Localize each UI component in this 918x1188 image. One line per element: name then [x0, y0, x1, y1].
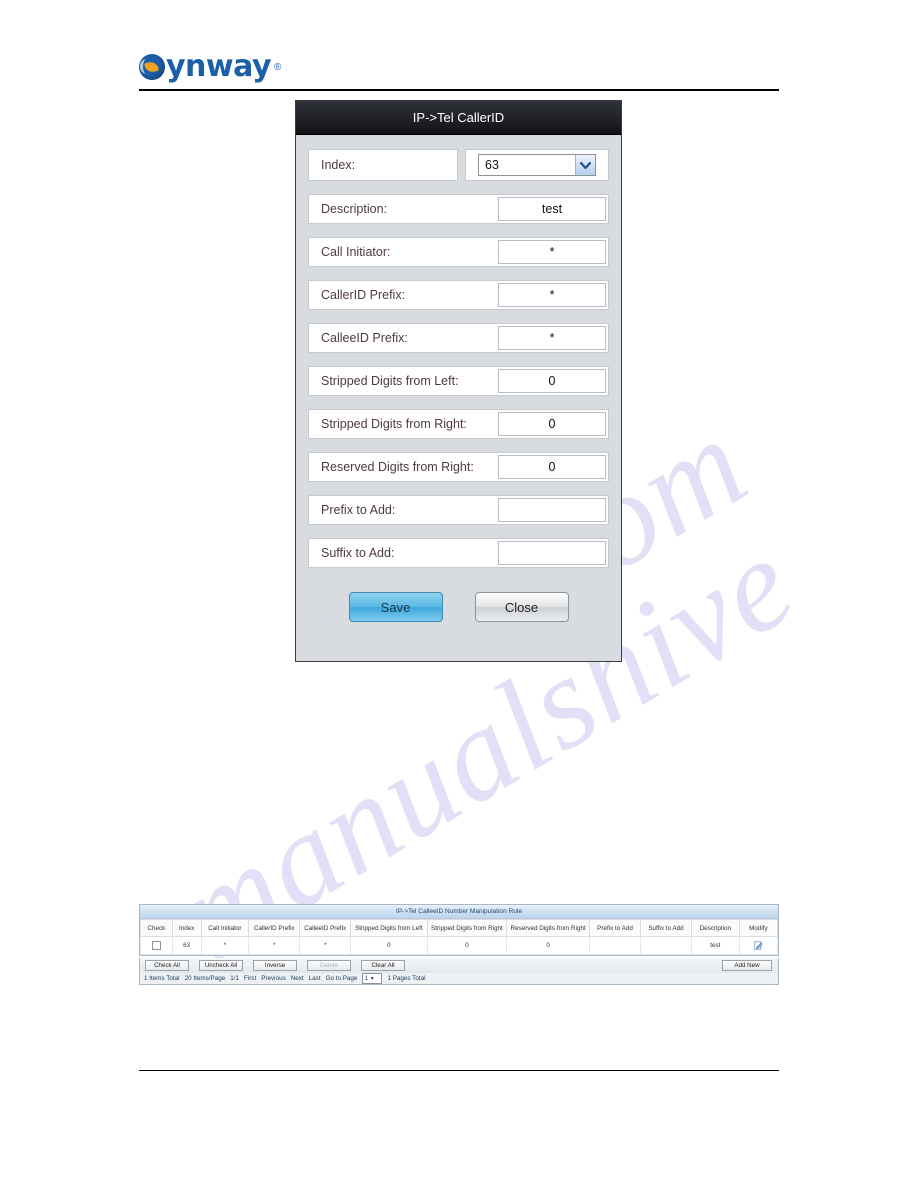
row-reserved-right: 0 — [506, 936, 591, 955]
column-call-initiator: Call Initiator — [200, 919, 250, 937]
row-modify-cell — [738, 936, 779, 955]
column-suffix-to-add: Suffix to Add — [639, 919, 692, 937]
table-row: 63 * * * 0 0 0 test — [140, 936, 779, 955]
pager-items-total: 1 Items Total — [144, 975, 180, 982]
dialog-button-row: Save Close — [308, 592, 609, 622]
column-calleeid-prefix: CalleeID Prefix — [299, 919, 352, 937]
form-row-prefix-to-add: Prefix to Add: — [308, 495, 609, 525]
callerid-dialog: IP->Tel CallerID Index: 63 Description: … — [295, 100, 622, 662]
form-row-stripped-left: Stripped Digits from Left: 0 — [308, 366, 609, 396]
column-stripped-left: Stripped Digits from Left — [350, 919, 428, 937]
form-row-stripped-right: Stripped Digits from Right: 0 — [308, 409, 609, 439]
index-select[interactable]: 63 — [478, 154, 596, 176]
column-stripped-right: Stripped Digits from Right — [426, 919, 508, 937]
row-call-initiator: * — [200, 936, 250, 955]
row-index: 63 — [171, 936, 202, 955]
form-row-calleeid-prefix: CalleeID Prefix: * — [308, 323, 609, 353]
pager-goto-value: 1 — [364, 975, 368, 982]
synway-logo-icon — [139, 54, 165, 80]
row-stripped-left: 0 — [350, 936, 428, 955]
row-check-cell — [140, 936, 173, 955]
suffix-to-add-input[interactable] — [498, 541, 606, 565]
description-input[interactable]: test — [498, 197, 606, 221]
edit-icon[interactable] — [754, 941, 763, 950]
pager-previous-link[interactable]: Previous — [261, 975, 286, 982]
form-row-call-initiator: Call Initiator: * — [308, 237, 609, 267]
brand-name: ynway — [166, 49, 272, 84]
table-pager: 1 Items Total 20 Items/Page 1/1 First Pr… — [139, 973, 779, 985]
row-callerid-prefix: * — [248, 936, 301, 955]
form-row-suffix-to-add: Suffix to Add: — [308, 538, 609, 568]
close-button[interactable]: Close — [474, 592, 569, 622]
index-select-box: 63 — [465, 149, 609, 181]
index-select-value: 63 — [485, 158, 499, 172]
form-row-index: Index: 63 — [308, 149, 609, 181]
chevron-down-icon[interactable] — [575, 155, 595, 175]
row-stripped-right: 0 — [426, 936, 508, 955]
reserved-right-input[interactable]: 0 — [498, 455, 606, 479]
pager-first-link[interactable]: First — [244, 975, 256, 982]
pager-page-of: 1/1 — [230, 975, 239, 982]
rule-table-title: IP->Tel CalleeID Number Manipulation Rul… — [140, 905, 778, 919]
rule-table: IP->Tel CalleeID Number Manipulation Rul… — [139, 904, 779, 956]
pager-pages-total: 1 Pages Total — [387, 975, 426, 982]
pager-last-link[interactable]: Last — [309, 975, 321, 982]
callerid-prefix-input[interactable]: * — [498, 283, 606, 307]
row-description: test — [690, 936, 740, 955]
rule-table-grid: Check Index Call Initiator CallerID Pref… — [140, 919, 779, 955]
form-row-callerid-prefix: CallerID Prefix: * — [308, 280, 609, 310]
stripped-right-input[interactable]: 0 — [498, 412, 606, 436]
row-checkbox[interactable] — [151, 941, 161, 950]
call-initiator-input[interactable]: * — [498, 240, 606, 264]
column-reserved-right: Reserved Digits from Right — [506, 919, 591, 937]
synway-logo: ynway ® — [139, 50, 281, 84]
stripped-left-input[interactable]: 0 — [498, 369, 606, 393]
pager-goto-select[interactable]: 1 ▼ — [362, 973, 383, 984]
dialog-body: Index: 63 Description: test Call Initiat… — [296, 135, 621, 622]
page-header: ynway ® — [139, 44, 779, 90]
table-header-row: Check Index Call Initiator CallerID Pref… — [140, 919, 779, 937]
index-label: Index: — [321, 158, 356, 172]
dialog-title: IP->Tel CallerID — [412, 110, 505, 125]
uncheck-all-button[interactable]: Uncheck All — [199, 960, 243, 971]
delete-button: Delete — [307, 960, 351, 971]
check-all-button[interactable]: Check All — [145, 960, 189, 971]
pager-items-per-page: 20 Items/Page — [184, 975, 226, 982]
column-callerid-prefix: CallerID Prefix — [248, 919, 301, 937]
index-label-box: Index: — [308, 149, 458, 181]
row-suffix-to-add — [639, 936, 692, 955]
row-prefix-to-add — [589, 936, 641, 955]
column-check: Check — [140, 919, 173, 937]
header-divider — [139, 89, 779, 91]
table-toolbar: Check All Uncheck All Inverse Delete Cle… — [139, 958, 779, 973]
row-calleeid-prefix: * — [299, 936, 352, 955]
chevron-down-icon: ▼ — [369, 975, 375, 982]
inverse-button[interactable]: Inverse — [253, 960, 297, 971]
column-prefix-to-add: Prefix to Add — [589, 919, 641, 937]
clear-all-button[interactable]: Clear All — [361, 960, 405, 971]
footer-divider — [139, 1070, 779, 1071]
column-description: Description — [690, 919, 740, 937]
prefix-to-add-input[interactable] — [498, 498, 606, 522]
form-row-reserved-right: Reserved Digits from Right: 0 — [308, 452, 609, 482]
document-page: ynway ® IP->Tel CallerID Index: 63 Descr… — [0, 0, 918, 1188]
calleeid-prefix-input[interactable]: * — [498, 326, 606, 350]
dialog-titlebar: IP->Tel CallerID — [296, 101, 621, 135]
registered-mark: ® — [274, 61, 282, 73]
pager-goto-label: Go to Page — [325, 975, 358, 982]
save-button[interactable]: Save — [348, 592, 443, 622]
column-modify: Modify — [738, 919, 779, 937]
add-new-button[interactable]: Add New — [722, 960, 772, 971]
form-row-description: Description: test — [308, 194, 609, 224]
column-index: Index — [171, 919, 202, 937]
pager-next-link[interactable]: Next — [291, 975, 304, 982]
